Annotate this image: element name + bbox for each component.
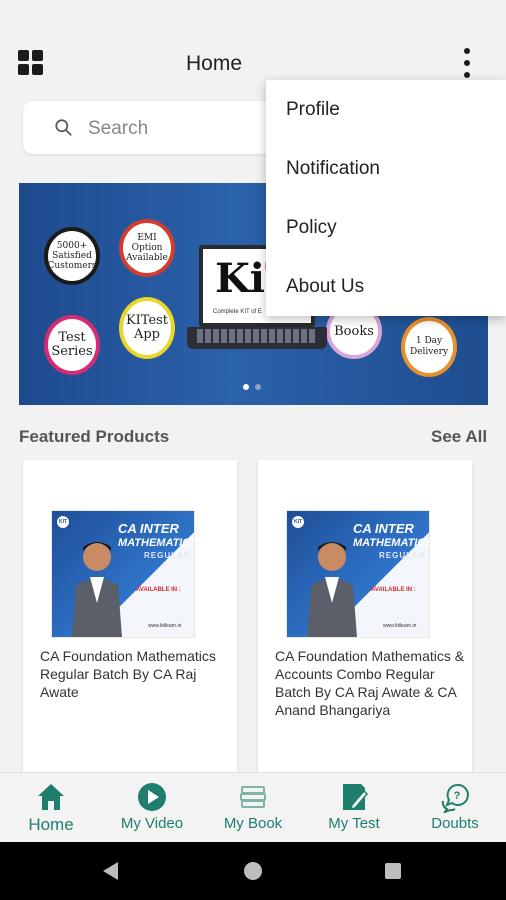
product-title: CA Foundation Mathematics Regular Batch …	[40, 648, 216, 700]
section-title: Featured Products	[19, 427, 170, 446]
product-title: CA Foundation Mathematics & Accounts Com…	[275, 648, 465, 718]
menu-item-profile[interactable]: Profile	[286, 99, 340, 121]
nav-label-my-test: My Test	[328, 815, 380, 832]
overflow-menu: Profile Notification Policy About Us	[266, 80, 506, 316]
question-chat-icon: ?	[441, 783, 469, 813]
books-icon	[240, 786, 266, 808]
menu-item-about-us[interactable]: About Us	[286, 276, 364, 298]
carousel-indicator	[243, 384, 261, 390]
home-icon	[38, 784, 64, 810]
bottom-navigation: Home My Video My Book My Test ? Doubts	[0, 772, 506, 842]
thumbnail-available: AVAILABLE IN :	[371, 587, 416, 593]
nav-label-doubts: Doubts	[431, 815, 479, 832]
nav-label-my-book: My Book	[223, 815, 283, 832]
banner-bubble-delivery: 1 Day Delivery	[401, 317, 457, 377]
banner-bubble-customers: 5000+ Satisfied Customers	[44, 227, 100, 285]
svg-text:?: ?	[454, 790, 461, 802]
page-title: Home	[185, 52, 243, 75]
more-options-icon[interactable]	[456, 48, 478, 80]
thumbnail-title: CA INTER	[118, 521, 179, 536]
nav-label-my-video: My Video	[120, 815, 184, 832]
thumbnail-available: AVAILABLE IN :	[136, 587, 181, 593]
thumbnail-url: www.kitlearn.in	[148, 623, 182, 629]
product-card[interactable]: KIT CA INTER MATHEMATICS REGULAR AVAILAB…	[23, 460, 237, 772]
kit-badge-icon: KIT	[291, 515, 305, 529]
system-navigation-bar	[0, 842, 506, 900]
nav-item-my-book[interactable]: My Book	[203, 781, 303, 832]
product-card[interactable]: KIT CA INTER MATHEMATICS REGULAR AVAILAB…	[258, 460, 472, 772]
play-circle-icon	[138, 783, 166, 811]
back-icon[interactable]	[103, 862, 118, 880]
thumbnail-batch: REGULAR	[144, 551, 191, 560]
nav-item-my-video[interactable]: My Video	[102, 781, 202, 832]
thumbnail-batch: REGULAR	[379, 551, 426, 560]
banner-bubble-emi: EMI Option Available	[119, 219, 175, 277]
thumbnail-url: www.kitlearn.in	[383, 623, 417, 629]
menu-item-policy[interactable]: Policy	[286, 217, 337, 239]
test-paper-icon	[343, 784, 369, 811]
home-circle-icon[interactable]	[244, 862, 262, 880]
carousel-dot-active[interactable]	[243, 384, 249, 390]
nav-label-home: Home	[28, 815, 74, 834]
nav-item-home[interactable]: Home	[1, 781, 101, 835]
search-icon	[55, 119, 72, 136]
search-input[interactable]: Search	[88, 118, 148, 140]
logo-tagline: Complete KIT of E	[213, 309, 262, 315]
carousel-dot[interactable]	[255, 384, 261, 390]
laptop-keyboard	[197, 329, 317, 343]
banner-bubble-app: KITest App	[119, 297, 175, 359]
menu-item-notification[interactable]: Notification	[286, 158, 380, 180]
banner-bubble-test-series: Test Series	[44, 315, 100, 375]
thumbnail-subject: MATHEMATICS	[118, 537, 195, 549]
product-thumbnail: KIT CA INTER MATHEMATICS REGULAR AVAILAB…	[286, 510, 430, 638]
recent-apps-icon[interactable]	[385, 863, 401, 879]
nav-item-my-test[interactable]: My Test	[304, 781, 404, 832]
nav-item-doubts[interactable]: ? Doubts	[405, 781, 505, 832]
product-thumbnail: KIT CA INTER MATHEMATICS REGULAR AVAILAB…	[51, 510, 195, 638]
kit-badge-icon: KIT	[56, 515, 70, 529]
thumbnail-title: CA INTER	[353, 521, 414, 536]
thumbnail-subject: MATHEMATICS	[353, 537, 430, 549]
see-all-link[interactable]: See All	[431, 427, 487, 447]
